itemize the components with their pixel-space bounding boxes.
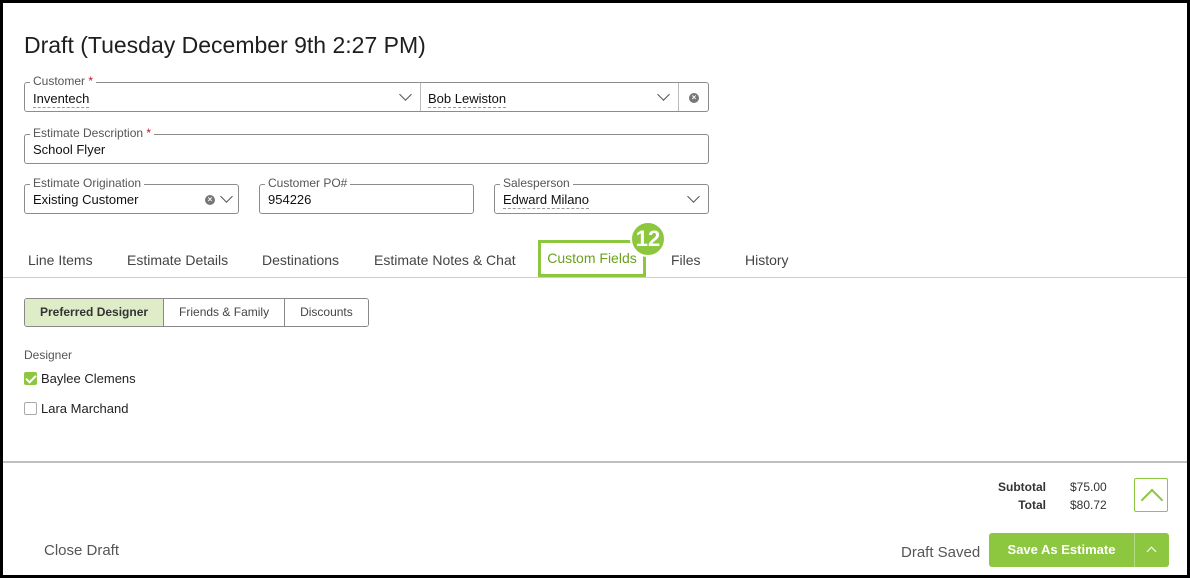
- check-icon[interactable]: [24, 371, 37, 385]
- salesperson-label: Salesperson: [500, 176, 573, 190]
- estimate-origination-field[interactable]: Estimate Origination Existing Customer ×: [24, 176, 239, 214]
- step-callout-badge: 12: [630, 221, 666, 257]
- chevron-up-icon[interactable]: [1134, 478, 1168, 512]
- chevron-down-icon[interactable]: [399, 88, 412, 101]
- subtotal-label: Subtotal: [998, 480, 1046, 494]
- customer-company-select[interactable]: Inventech: [33, 91, 90, 108]
- estimate-description-input[interactable]: School Flyer: [33, 142, 105, 157]
- divider: [420, 83, 421, 111]
- tab-estimate-notes-chat[interactable]: Estimate Notes & Chat: [374, 252, 516, 268]
- checkbox[interactable]: [24, 401, 37, 415]
- tab-custom-fields[interactable]: Custom Fields: [538, 240, 646, 277]
- total-label: Total: [1018, 498, 1046, 512]
- chevron-down-icon[interactable]: [220, 190, 233, 203]
- segment-preferred-designer[interactable]: Preferred Designer: [25, 299, 165, 326]
- tab-history[interactable]: History: [745, 252, 789, 268]
- total-value: $80.72: [1070, 498, 1107, 512]
- page-title: Draft (Tuesday December 9th 2:27 PM): [24, 32, 426, 58]
- tab-bar: Line Items Estimate Details Destinations…: [3, 238, 1187, 278]
- estimate-origination-select[interactable]: Existing Customer: [33, 192, 138, 207]
- divider: [678, 83, 679, 111]
- customer-po-label: Customer PO#: [265, 176, 351, 190]
- subtotal-value: $75.00: [1070, 480, 1107, 494]
- customer-contact-select[interactable]: Bob Lewiston: [428, 91, 507, 108]
- tab-line-items[interactable]: Line Items: [28, 252, 93, 268]
- close-draft-button[interactable]: Close Draft: [44, 542, 119, 559]
- designer-label: Designer: [24, 348, 73, 362]
- save-as-estimate-button-group: Save As Estimate: [989, 533, 1169, 567]
- clear-circle-icon[interactable]: ×: [689, 93, 699, 103]
- designer-option-label: Baylee Clemens: [41, 370, 136, 386]
- segment-friends-family[interactable]: Friends & Family: [164, 299, 286, 326]
- designer-option[interactable]: Lara Marchand: [24, 400, 128, 416]
- save-options-chevron-icon[interactable]: [1135, 533, 1169, 567]
- customer-label: Customer *: [30, 74, 97, 88]
- estimate-description-field[interactable]: Estimate Description * School Flyer: [24, 126, 709, 164]
- estimate-description-label: Estimate Description *: [30, 126, 155, 140]
- chevron-down-icon[interactable]: [687, 190, 700, 203]
- salesperson-field[interactable]: Salesperson Edward Milano: [494, 176, 709, 214]
- clear-circle-icon[interactable]: ×: [205, 195, 215, 205]
- customer-po-field[interactable]: Customer PO# 954226: [259, 176, 474, 214]
- tab-destinations[interactable]: Destinations: [262, 252, 339, 268]
- salesperson-select[interactable]: Edward Milano: [503, 192, 589, 209]
- draft-saved-status: Draft Saved: [901, 544, 981, 561]
- save-as-estimate-button[interactable]: Save As Estimate: [989, 533, 1135, 567]
- custom-field-group-tabs: Preferred Designer Friends & Family Disc…: [24, 298, 369, 327]
- chevron-down-icon[interactable]: [657, 88, 670, 101]
- designer-option[interactable]: Baylee Clemens: [24, 370, 136, 386]
- customer-field: Customer * Inventech Bob Lewiston ×: [24, 74, 709, 112]
- customer-po-input[interactable]: 954226: [268, 192, 311, 207]
- tab-estimate-details[interactable]: Estimate Details: [127, 252, 228, 268]
- estimate-origination-label: Estimate Origination: [30, 176, 145, 190]
- designer-option-label: Lara Marchand: [41, 400, 129, 416]
- segment-discounts[interactable]: Discounts: [285, 299, 368, 326]
- tab-files[interactable]: Files: [671, 252, 701, 268]
- estimate-window: Draft (Tuesday December 9th 2:27 PM) Cus…: [3, 3, 1187, 575]
